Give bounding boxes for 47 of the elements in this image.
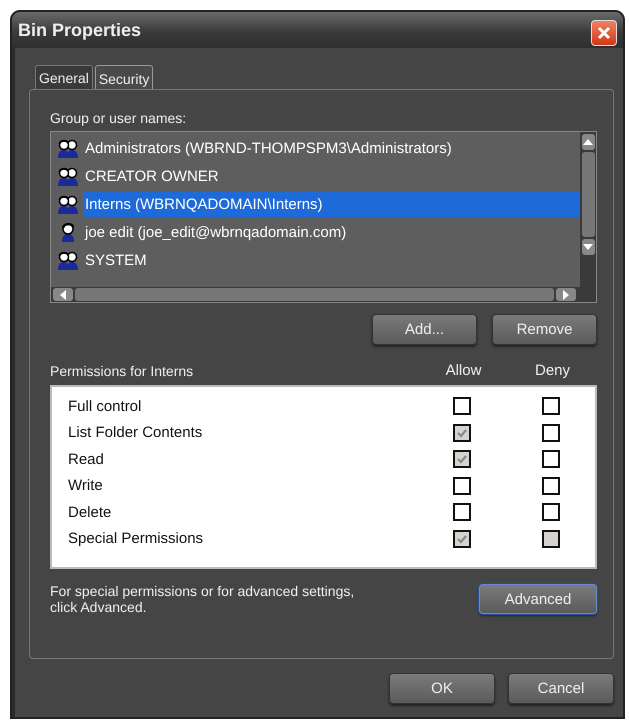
permission-name: Read [68,450,105,468]
horizontal-scrollbar[interactable] [51,287,596,302]
permission-name: Special Permissions [68,530,204,548]
check-icon [456,453,468,466]
scroll-left-icon[interactable] [60,290,66,300]
list-item[interactable]: joe edit (joe_edit@wbrnqadomain.com) [83,220,580,244]
close-button[interactable] [591,20,617,46]
tab[interactable]: Security [94,65,154,89]
scroll-down-icon[interactable] [583,244,593,250]
user-group-icon [57,137,79,159]
check-icon [456,532,468,545]
check-icon [456,426,468,439]
window-title: Bin Properties [18,20,142,40]
list-item[interactable]: Interns (WBRNQADOMAIN\Interns) [83,192,580,216]
permission-name: Full control [68,398,142,415]
vertical-scrollbar[interactable] [580,132,596,287]
permission-name: List Folder Contents [68,424,204,442]
column-header: Deny [534,362,572,379]
allow-checkbox[interactable] [452,503,470,522]
user-group-icon [57,193,79,215]
advanced-button[interactable]: Advanced [479,584,597,614]
list-action-button[interactable]: Add... [372,314,477,345]
deny-checkbox[interactable] [542,476,560,495]
dialog-button[interactable]: Cancel [508,673,614,704]
list-action-button[interactable]: Remove [492,314,597,345]
close-icon [597,26,611,40]
user-group-icon [57,165,79,187]
tab[interactable]: General [35,65,93,89]
scroll-right-icon[interactable] [563,290,569,300]
allow-checkbox[interactable] [452,476,470,495]
names-label: Group or user names: [50,110,188,126]
advanced-note: For special permissions or for advanced settings, click Advanced. [50,583,356,615]
deny-checkbox[interactable] [542,397,560,416]
deny-checkbox[interactable] [542,503,560,522]
permission-name: Delete [68,504,112,521]
deny-checkbox[interactable] [542,450,560,468]
permission-name: Write [68,477,104,494]
dialog-button[interactable]: OK [389,673,495,704]
allow-checkbox[interactable] [452,397,470,416]
scroll-up-icon[interactable] [583,139,593,145]
list-item[interactable]: Administrators (WBRND-THOMPSPM3\Administrators) [83,136,580,160]
user-group-icon [57,249,79,271]
permissions-label: Permissions for Interns [50,362,194,378]
deny-checkbox[interactable] [542,424,560,442]
column-header: Allow [444,362,482,379]
list-item[interactable]: SYSTEM [83,248,580,272]
list-item[interactable]: CREATOR OWNER [83,164,580,188]
